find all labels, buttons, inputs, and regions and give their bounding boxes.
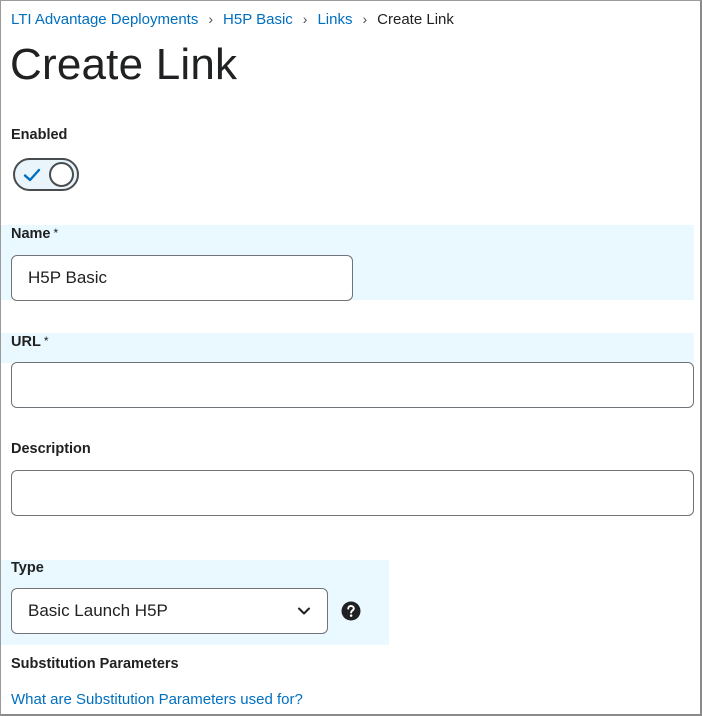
breadcrumb: LTI Advantage Deployments › H5P Basic › … — [11, 9, 454, 29]
url-label: URL * — [11, 334, 48, 350]
breadcrumb-separator: › — [362, 11, 368, 27]
breadcrumb-separator: › — [302, 11, 308, 27]
breadcrumb-link-h5p-basic[interactable]: H5P Basic — [223, 11, 293, 28]
substitution-parameters-help-link[interactable]: What are Substitution Parameters used fo… — [11, 691, 303, 708]
substitution-parameters-label: Substitution Parameters — [11, 656, 179, 672]
breadcrumb-current: Create Link — [377, 10, 454, 28]
type-select-value: Basic Launch H5P — [28, 601, 168, 620]
chevron-down-icon — [298, 607, 310, 615]
question-circle-icon[interactable] — [341, 601, 361, 621]
url-input[interactable] — [11, 362, 694, 408]
breadcrumb-link-links[interactable]: Links — [317, 11, 352, 28]
toggle-knob — [49, 162, 74, 187]
check-icon — [23, 168, 41, 182]
page-title: Create Link — [10, 40, 238, 89]
description-label: Description — [11, 441, 91, 457]
type-label: Type — [11, 560, 44, 576]
name-input[interactable] — [11, 255, 353, 301]
required-mark: * — [53, 226, 59, 240]
url-label-text: URL — [11, 334, 41, 350]
breadcrumb-link-lti-advantage-deployments[interactable]: LTI Advantage Deployments — [11, 11, 198, 28]
type-select[interactable]: Basic Launch H5P — [11, 588, 328, 634]
enabled-toggle[interactable] — [13, 158, 79, 191]
name-label: Name * — [11, 226, 58, 242]
enabled-label: Enabled — [11, 127, 68, 143]
name-label-text: Name — [11, 226, 51, 242]
url-highlight — [0, 333, 694, 363]
description-input[interactable] — [11, 470, 694, 516]
breadcrumb-separator: › — [208, 11, 214, 27]
required-mark: * — [43, 334, 49, 348]
